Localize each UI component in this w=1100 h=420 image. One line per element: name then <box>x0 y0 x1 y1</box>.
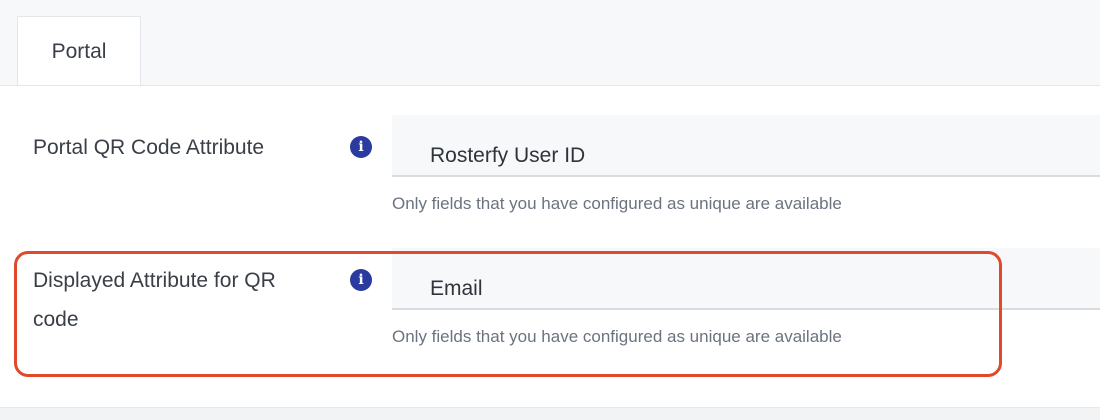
info-icon[interactable]: i <box>350 269 372 291</box>
portal-qr-code-attribute-hint: Only fields that you have configured as … <box>392 194 842 213</box>
portal-qr-code-attribute-select[interactable]: Rosterfy User ID <box>392 115 1100 177</box>
info-icon[interactable]: i <box>350 136 372 158</box>
displayed-attribute-label-line1: Displayed Attribute for QR <box>33 269 276 292</box>
portal-qr-code-attribute-value: Rosterfy User ID <box>430 144 586 167</box>
tab-portal-label: Portal <box>51 39 107 63</box>
footer-strip <box>0 407 1100 420</box>
displayed-attribute-label-line2: code <box>33 308 79 331</box>
tab-bar <box>0 0 1100 84</box>
displayed-attribute-value: Email <box>430 277 483 300</box>
portal-qr-code-attribute-label: Portal QR Code Attribute <box>33 136 265 159</box>
displayed-attribute-hint: Only fields that you have configured as … <box>392 327 842 346</box>
displayed-attribute-select[interactable]: Email <box>392 248 1100 310</box>
tab-portal[interactable]: Portal <box>17 16 141 86</box>
